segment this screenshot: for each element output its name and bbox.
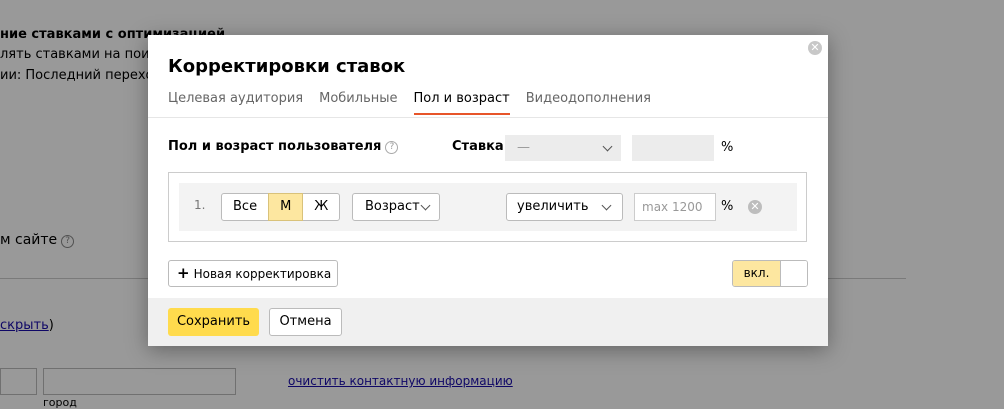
dialog-title: Корректировки ставок xyxy=(168,56,406,77)
enabled-toggle[interactable]: вкл. xyxy=(732,260,808,287)
rate-percent-input[interactable] xyxy=(632,135,714,161)
adjustment-row: 1. Все М Ж Возраст увеличить max 1200 % … xyxy=(179,183,797,231)
tab-target-audience[interactable]: Целевая аудитория xyxy=(168,91,303,115)
gender-all-button[interactable]: Все xyxy=(221,193,270,221)
toggle-label: вкл. xyxy=(733,261,781,286)
gender-male-button[interactable]: М xyxy=(268,193,304,221)
rate-label: Ставка xyxy=(452,139,504,154)
gender-selector: Все М Ж xyxy=(221,193,341,221)
tabs-divider xyxy=(148,117,828,118)
tab-gender-age[interactable]: Пол и возраст xyxy=(413,91,510,115)
plus-icon: + xyxy=(177,264,190,282)
adjustment-list: 1. Все М Ж Возраст увеличить max 1200 % … xyxy=(168,172,807,242)
section-label: Пол и возраст пользователя? xyxy=(168,139,399,154)
save-button[interactable]: Сохранить xyxy=(168,308,259,336)
cancel-button[interactable]: Отмена xyxy=(269,308,342,336)
bid-adjustments-dialog: ✕ Корректировки ставок Целевая аудитория… xyxy=(148,35,828,346)
row-number: 1. xyxy=(194,198,206,212)
percent-sign: % xyxy=(721,199,734,214)
toggle-knob xyxy=(781,261,807,286)
dialog-footer: Сохранить Отмена xyxy=(148,298,828,346)
tab-bar: Целевая аудитория Мобильные Пол и возрас… xyxy=(168,91,667,115)
tab-video-extensions[interactable]: Видеодополнения xyxy=(526,91,651,115)
remove-icon[interactable]: ✕ xyxy=(748,200,762,214)
age-dropdown[interactable]: Возраст xyxy=(352,193,440,221)
help-icon[interactable]: ? xyxy=(385,141,399,154)
rate-select[interactable]: — xyxy=(505,135,621,161)
gender-female-button[interactable]: Ж xyxy=(302,193,341,221)
chevron-down-icon xyxy=(602,141,613,152)
direction-select[interactable]: увеличить xyxy=(506,193,623,221)
close-icon[interactable]: ✕ xyxy=(808,41,822,55)
general-rate-row: Пол и возраст пользователя? Ставка — % xyxy=(168,135,808,161)
new-adjustment-button[interactable]: + Новая корректировка xyxy=(168,260,338,287)
adjustment-value-input[interactable]: max 1200 xyxy=(634,193,716,221)
tab-mobile[interactable]: Мобильные xyxy=(319,91,397,115)
chevron-down-icon xyxy=(601,200,612,211)
percent-sign: % xyxy=(721,140,734,155)
chevron-down-icon xyxy=(420,200,431,211)
